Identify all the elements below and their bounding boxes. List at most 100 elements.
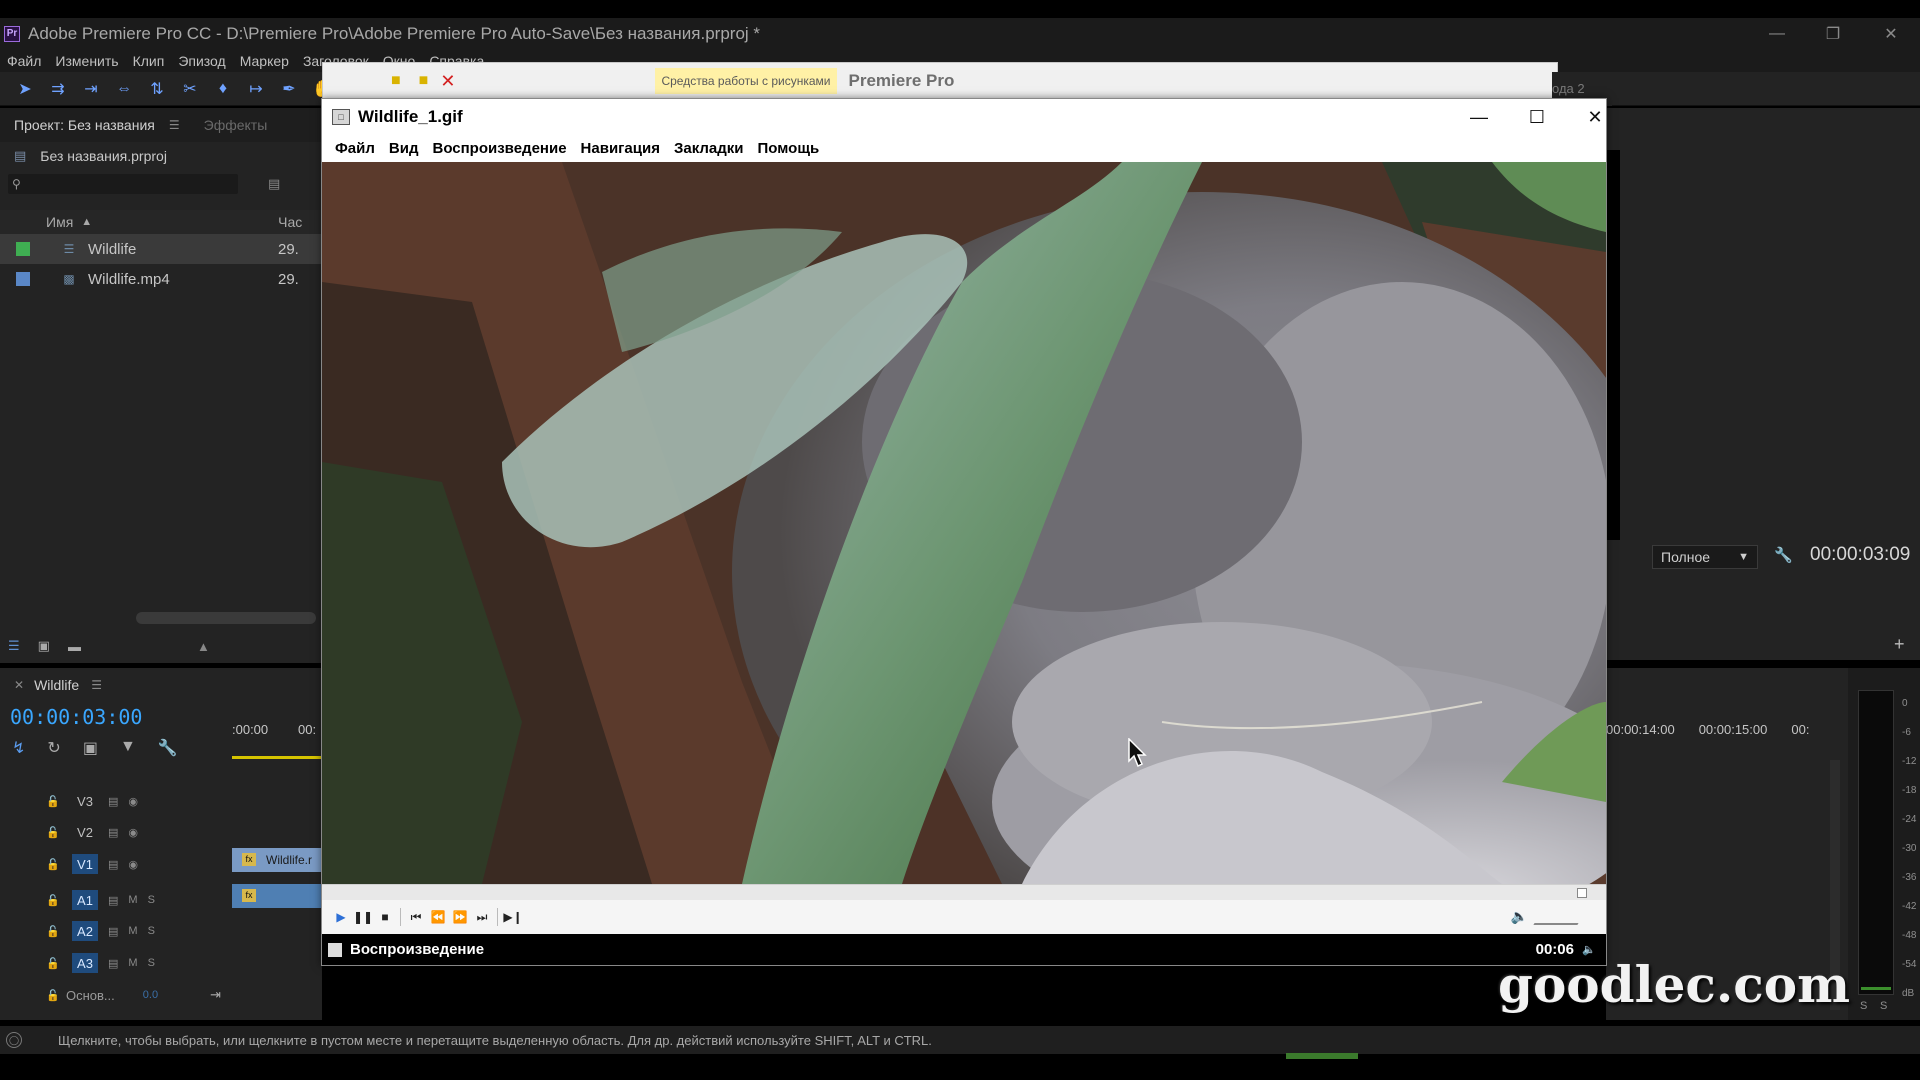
solo-right-button[interactable]: S: [1880, 1000, 1887, 1012]
viewer-menu-view[interactable]: Вид: [389, 140, 419, 157]
tab-effects[interactable]: Эффекты: [190, 117, 282, 133]
program-timecode[interactable]: 00:00:03:09: [1810, 544, 1910, 566]
play-button[interactable]: ▶: [330, 906, 352, 928]
sync-lock-icon[interactable]: ▤: [108, 957, 118, 970]
skip-start-button[interactable]: ⏮: [405, 906, 427, 928]
rate-stretch-tool-icon[interactable]: ⇅: [146, 78, 168, 100]
lock-icon[interactable]: 🔓: [46, 858, 60, 871]
column-name-header[interactable]: Имя: [46, 214, 73, 230]
sync-lock-icon[interactable]: ▤: [108, 858, 118, 871]
viewer-seek-bar[interactable]: [322, 884, 1606, 900]
linked-selection-icon[interactable]: ↻: [47, 738, 60, 758]
menu-edit[interactable]: Изменить: [55, 53, 118, 69]
viewer-maximize-button[interactable]: ☐: [1508, 99, 1566, 135]
seek-knob[interactable]: [1577, 888, 1587, 898]
solo-left-button[interactable]: S: [1860, 1000, 1867, 1012]
viewer-close-button[interactable]: ✕: [1566, 99, 1624, 135]
viewer-menu-help[interactable]: Помощь: [758, 140, 820, 157]
viewer-menu-file[interactable]: Файл: [335, 140, 375, 157]
pen-tool-icon[interactable]: ✒: [278, 78, 300, 100]
rewind-button[interactable]: ⏪: [427, 906, 449, 928]
tab-sequence[interactable]: Wildlife: [34, 677, 79, 693]
sync-lock-icon[interactable]: ▤: [108, 826, 118, 839]
project-search-input[interactable]: ⚲: [8, 174, 238, 194]
solo-button[interactable]: S: [148, 925, 155, 937]
stop-button[interactable]: ■: [374, 906, 396, 928]
tab-project[interactable]: Проект: Без названия: [0, 117, 169, 133]
solo-button[interactable]: S: [148, 957, 155, 969]
track-name[interactable]: V2: [72, 822, 98, 842]
viewer-menu-bookmarks[interactable]: Закладки: [674, 140, 744, 157]
work-area-bar[interactable]: [232, 756, 322, 759]
track-name[interactable]: V1: [72, 854, 98, 874]
slide-tool-icon[interactable]: ↦: [245, 78, 267, 100]
lock-icon[interactable]: 🔓: [46, 826, 60, 839]
video-clip[interactable]: fx Wildlife.r: [232, 848, 322, 872]
minimize-button[interactable]: —: [1754, 18, 1800, 50]
ripple-edit-tool-icon[interactable]: ⇥: [80, 78, 102, 100]
delete-icon[interactable]: ✕: [440, 71, 455, 92]
lock-icon[interactable]: 🔓: [46, 795, 60, 808]
menu-file[interactable]: Файл: [7, 53, 41, 69]
add-button-icon[interactable]: +: [1894, 634, 1905, 655]
eye-icon[interactable]: ◉: [128, 826, 138, 839]
list-view-icon[interactable]: ☰: [8, 638, 20, 654]
lock-icon[interactable]: 🔓: [46, 989, 60, 1002]
fast-forward-button[interactable]: ⏩: [449, 906, 471, 928]
sync-lock-icon[interactable]: ▤: [108, 894, 118, 907]
timeline-ruler-right[interactable]: 00:00:14:00 00:00:15:00 00:: [1606, 722, 1848, 742]
lock-icon[interactable]: 🔓: [46, 894, 60, 907]
menu-sequence[interactable]: Эпизод: [178, 53, 225, 69]
wrench-icon[interactable]: 🔧: [158, 738, 178, 758]
track-select-tool-icon[interactable]: ⇉: [47, 78, 69, 100]
sync-lock-icon[interactable]: ▤: [108, 795, 118, 808]
viewer-minimize-button[interactable]: —: [1450, 99, 1508, 135]
close-button[interactable]: ✕: [1868, 18, 1914, 50]
timeline-ruler[interactable]: :00:00 00:: [230, 720, 322, 760]
icon-view-icon[interactable]: ▣: [38, 638, 50, 654]
close-tab-icon[interactable]: ✕: [14, 678, 24, 692]
eye-icon[interactable]: ◉: [128, 858, 138, 871]
track-name[interactable]: A1: [72, 890, 98, 910]
mute-button[interactable]: M: [128, 894, 137, 906]
track-name[interactable]: A3: [72, 953, 98, 973]
track-name[interactable]: A2: [72, 921, 98, 941]
restore-button[interactable]: ❐: [1810, 18, 1856, 50]
master-volume-value[interactable]: 0.0: [143, 989, 158, 1001]
snap-icon[interactable]: ↯: [12, 738, 25, 758]
sync-lock-icon[interactable]: ▤: [108, 925, 118, 938]
audio-clip[interactable]: fx: [232, 884, 322, 908]
mute-button[interactable]: M: [128, 925, 137, 937]
list-item[interactable]: ☰ Wildlife 29.: [0, 234, 321, 264]
list-item[interactable]: ▩ Wildlife.mp4 29.: [0, 264, 321, 294]
zoom-slider-icon[interactable]: ▬: [68, 639, 81, 654]
track-name[interactable]: V3: [72, 791, 98, 811]
skip-end-button[interactable]: ⏭: [471, 906, 493, 928]
project-scrollbar[interactable]: [136, 612, 316, 624]
column-rate-header[interactable]: Час: [278, 214, 302, 230]
add-marker-icon[interactable]: ▣: [83, 738, 98, 758]
rolling-edit-tool-icon[interactable]: ⇔: [113, 78, 135, 100]
razor-tool-icon[interactable]: ✂: [179, 78, 201, 100]
next-frame-button[interactable]: ▶❙: [502, 906, 524, 928]
panel-menu-icon[interactable]: ☰: [91, 678, 102, 692]
sort-ascending-icon[interactable]: ▲: [81, 216, 92, 228]
marker-icon[interactable]: ▼: [120, 738, 136, 758]
speaker-icon[interactable]: 🔈: [1511, 908, 1528, 925]
menu-clip[interactable]: Клип: [133, 53, 165, 69]
master-track-name[interactable]: Основ...: [66, 988, 115, 1003]
lock-icon[interactable]: 🔓: [46, 925, 60, 938]
panel-menu-icon[interactable]: ☰: [169, 118, 180, 132]
zoom-level-select[interactable]: Полное ▼: [1652, 545, 1758, 569]
eye-icon[interactable]: ◉: [128, 795, 138, 808]
wrench-icon[interactable]: 🔧: [1774, 546, 1793, 564]
timeline-timecode[interactable]: 00:00:03:00: [10, 705, 142, 729]
menu-marker[interactable]: Маркер: [240, 53, 289, 69]
mute-button[interactable]: M: [128, 957, 137, 969]
selection-tool-icon[interactable]: ➤: [14, 78, 36, 100]
new-bin-icon[interactable]: ▤: [268, 176, 280, 192]
pause-button[interactable]: ❚❚: [352, 906, 374, 928]
viewer-menu-navigation[interactable]: Навигация: [581, 140, 660, 157]
solo-button[interactable]: S: [148, 894, 155, 906]
expand-icon[interactable]: ⇥: [210, 987, 221, 1003]
